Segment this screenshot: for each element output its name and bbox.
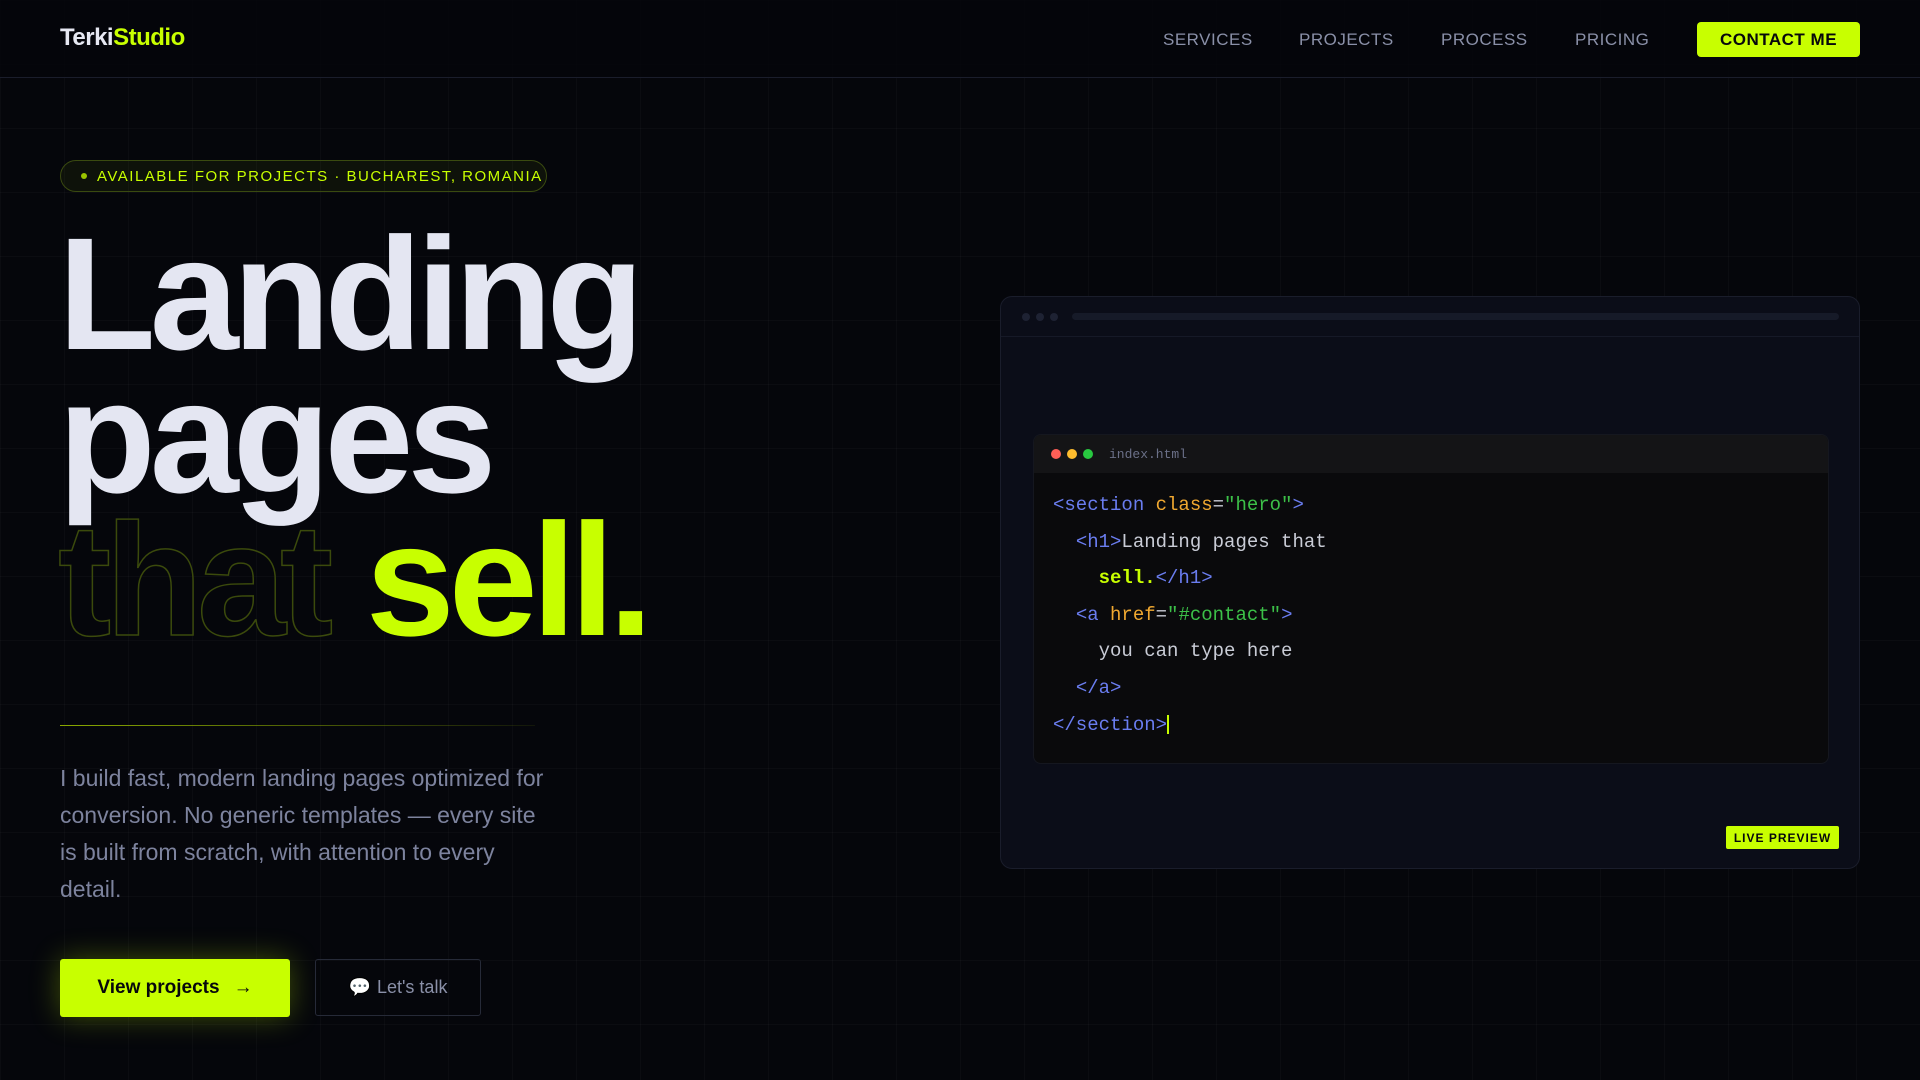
text-caret bbox=[1167, 715, 1170, 735]
browser-preview-window: index.html <section class="hero"> <h1>La… bbox=[1000, 296, 1860, 869]
window-dot-icon bbox=[1036, 312, 1044, 321]
divider bbox=[60, 725, 535, 726]
speech-bubble-icon: 💬 bbox=[348, 977, 371, 997]
window-dot-icon bbox=[1050, 312, 1058, 321]
heading-line-2: pages bbox=[58, 347, 496, 526]
nav-process[interactable]: PROCESS bbox=[1441, 30, 1528, 50]
logo[interactable]: TerkiStudio bbox=[60, 24, 185, 52]
browser-toolbar bbox=[1001, 297, 1859, 337]
heading-outline-word: that bbox=[57, 490, 334, 669]
filename: index.html bbox=[1109, 446, 1188, 462]
nav-projects[interactable]: PROJECTS bbox=[1299, 30, 1394, 50]
lets-talk-button[interactable]: 💬 Let's talk bbox=[315, 959, 481, 1016]
arrow-right-icon: → bbox=[233, 977, 253, 998]
close-dot-icon bbox=[1051, 449, 1061, 459]
code-editor[interactable]: index.html <section class="hero"> <h1>La… bbox=[1033, 434, 1829, 764]
heading-accent-word: sell. bbox=[365, 490, 653, 669]
editor-titlebar: index.html bbox=[1034, 435, 1828, 473]
live-preview-badge: LIVE PREVIEW bbox=[1726, 826, 1839, 849]
nav-pricing[interactable]: PRICING bbox=[1575, 30, 1649, 50]
heading-line-3: that sell. bbox=[57, 499, 653, 661]
address-bar bbox=[1072, 313, 1839, 320]
status-dot-icon bbox=[81, 173, 87, 179]
availability-badge: AVAILABLE FOR PROJECTS · BUCHAREST, ROMA… bbox=[60, 160, 547, 192]
code-content[interactable]: <section class="hero"> <h1>Landing pages… bbox=[1034, 473, 1828, 743]
maximize-dot-icon bbox=[1083, 449, 1093, 459]
window-dot-icon bbox=[1022, 312, 1030, 321]
view-projects-button[interactable]: View projects → bbox=[60, 959, 290, 1017]
heading-line-1: Landing bbox=[58, 204, 644, 383]
nav-services[interactable]: SERVICES bbox=[1163, 30, 1253, 50]
hero-description: I build fast, modern landing pages optim… bbox=[60, 765, 544, 902]
hero-heading: Landing pages that sell. bbox=[57, 204, 653, 661]
top-nav: TerkiStudio SERVICES PROJECTS PROCESS PR… bbox=[0, 0, 1920, 78]
minimize-dot-icon bbox=[1067, 449, 1077, 459]
contact-me-button[interactable]: CONTACT ME bbox=[1697, 22, 1860, 57]
